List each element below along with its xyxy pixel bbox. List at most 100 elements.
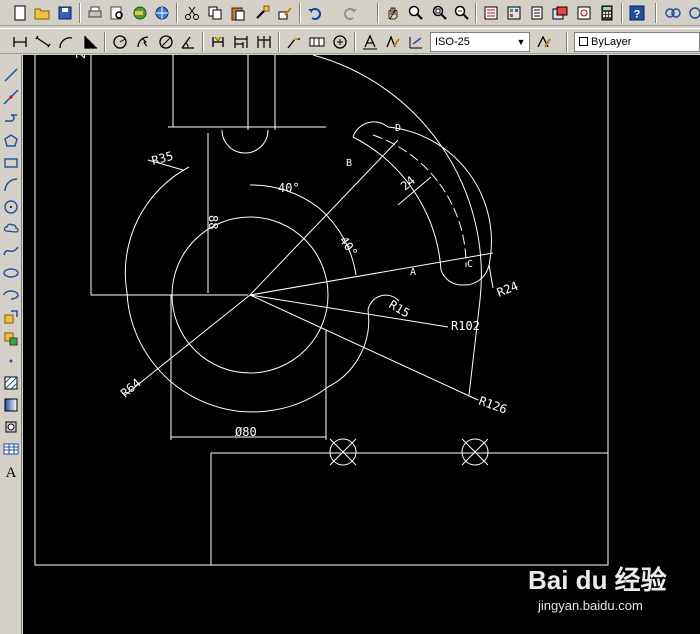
chevron-down-icon[interactable]: ▼ <box>515 35 527 49</box>
mark-cross-2 <box>461 438 489 466</box>
construction-line-tool-icon[interactable] <box>1 87 21 107</box>
help-icon[interactable]: ? <box>627 3 647 23</box>
dim-continue-icon[interactable] <box>254 32 274 52</box>
publish-icon[interactable] <box>130 3 150 23</box>
dim-ordinate-icon[interactable] <box>80 32 100 52</box>
center-mark-icon[interactable] <box>330 32 350 52</box>
label-r24: R24 <box>495 279 520 300</box>
dimstyle-manager-icon[interactable] <box>534 32 554 52</box>
polyline-tool-icon[interactable] <box>1 109 21 129</box>
rectangle-tool-icon[interactable] <box>1 153 21 173</box>
drawing-canvas[interactable]: R35 88 40° 40° B D 24 A C R24 R15 R102 R… <box>23 55 700 634</box>
plot-icon[interactable] <box>85 3 105 23</box>
dim-update-icon[interactable] <box>406 32 426 52</box>
r64-arc <box>126 292 329 413</box>
dim-aligned-icon[interactable] <box>33 32 53 52</box>
dim-linear-icon[interactable] <box>10 32 30 52</box>
r24-leader <box>488 264 494 289</box>
tolerance-icon[interactable] <box>307 32 327 52</box>
zoom-realtime-icon[interactable] <box>406 3 426 23</box>
label-c: C <box>467 259 473 270</box>
layer-value: ByLayer <box>591 36 632 48</box>
title-block-lines <box>210 452 608 565</box>
radial-line-r102 <box>249 294 449 328</box>
block-editor-icon[interactable] <box>275 3 295 23</box>
slot-top-arc <box>352 121 389 138</box>
tool-palettes-icon[interactable] <box>527 3 547 23</box>
new-icon[interactable] <box>10 3 30 23</box>
paste-icon[interactable] <box>228 3 248 23</box>
dim-angular-icon[interactable] <box>178 32 198 52</box>
dim-jogged-icon[interactable] <box>133 32 153 52</box>
3d-dwf-icon[interactable] <box>152 3 172 23</box>
redo-icon[interactable] <box>340 3 360 23</box>
color-swatch-icon <box>579 37 588 46</box>
gradient-tool-icon[interactable] <box>1 395 21 415</box>
table-tool-icon[interactable] <box>1 439 21 459</box>
arc-tool-icon[interactable] <box>1 175 21 195</box>
label-top20: 20 <box>74 55 88 59</box>
pan-icon[interactable] <box>383 3 403 23</box>
r35-arc <box>124 166 190 294</box>
dim-baseline-icon[interactable] <box>231 32 251 52</box>
r126-arc <box>312 55 482 301</box>
ellipse-tool-icon[interactable] <box>1 263 21 283</box>
make-block-tool-icon[interactable] <box>1 329 21 349</box>
matchprop-icon[interactable] <box>252 3 272 23</box>
zoom-previous-icon[interactable] <box>452 3 472 23</box>
dimstyle-value: ISO-25 <box>435 36 470 48</box>
label-88: 88 <box>206 215 220 229</box>
undo-icon[interactable] <box>305 3 325 23</box>
label-40b: 40° <box>337 234 361 260</box>
slot-outer-arc <box>387 126 492 266</box>
plot-preview-icon[interactable] <box>107 3 127 23</box>
cut-icon[interactable] <box>182 3 202 23</box>
dim-diameter-icon[interactable] <box>156 32 176 52</box>
sheet-set-icon[interactable] <box>550 3 570 23</box>
polygon-tool-icon[interactable] <box>1 131 21 151</box>
dim-arc-icon[interactable] <box>56 32 76 52</box>
region-tool-icon[interactable] <box>1 417 21 437</box>
layer-select[interactable]: ByLayer <box>574 32 700 52</box>
slot-arc <box>221 129 269 154</box>
zoom-window-icon[interactable] <box>430 3 450 23</box>
label-r35: R35 <box>150 149 175 168</box>
revcloud-tool-icon[interactable] <box>1 219 21 239</box>
line-tool-icon[interactable] <box>1 65 21 85</box>
label-40a: 40° <box>278 181 300 195</box>
mark-cross-1 <box>329 438 357 466</box>
slot-bottom-arc-inner <box>440 269 464 286</box>
label-r64: R64 <box>118 376 144 401</box>
multiline-text-tool-icon[interactable]: A <box>1 461 21 481</box>
save-icon[interactable] <box>55 3 75 23</box>
qleader-icon[interactable] <box>284 32 304 52</box>
orbit-extra-icon[interactable] <box>685 3 700 23</box>
properties-icon[interactable] <box>481 3 501 23</box>
quickcalc-icon[interactable] <box>597 3 617 23</box>
label-r102: R102 <box>451 319 480 333</box>
ellipse-arc-tool-icon[interactable] <box>1 285 21 305</box>
dim-radius-icon[interactable] <box>110 32 130 52</box>
dimtedit-icon[interactable] <box>383 32 403 52</box>
slot-inner-arc <box>352 136 442 271</box>
dimstyle-select[interactable]: ISO-25 ▼ <box>430 32 530 52</box>
quick-dim-icon[interactable] <box>208 32 228 52</box>
standard-toolbar: ? <box>0 0 700 26</box>
watermark-site: jingyan.baidu.com <box>538 598 643 613</box>
radial-line-r126 <box>249 294 479 401</box>
drawing-svg: R35 88 40° 40° B D 24 A C R24 R15 R102 R… <box>34 55 609 566</box>
spline-tool-icon[interactable] <box>1 241 21 261</box>
radial-line-ac <box>249 252 494 296</box>
markup-icon[interactable] <box>574 3 594 23</box>
copy-icon[interactable] <box>205 3 225 23</box>
circle-tool-icon[interactable] <box>1 197 21 217</box>
design-center-icon[interactable] <box>504 3 524 23</box>
hatch-tool-icon[interactable] <box>1 373 21 393</box>
insert-block-tool-icon[interactable] <box>1 307 21 327</box>
open-icon[interactable] <box>32 3 52 23</box>
svg-text:A: A <box>6 465 17 479</box>
dimedit-icon[interactable] <box>360 32 380 52</box>
point-tool-icon[interactable] <box>1 351 21 371</box>
orbit-icon[interactable] <box>663 3 683 23</box>
radial-line-r64 <box>124 294 251 396</box>
